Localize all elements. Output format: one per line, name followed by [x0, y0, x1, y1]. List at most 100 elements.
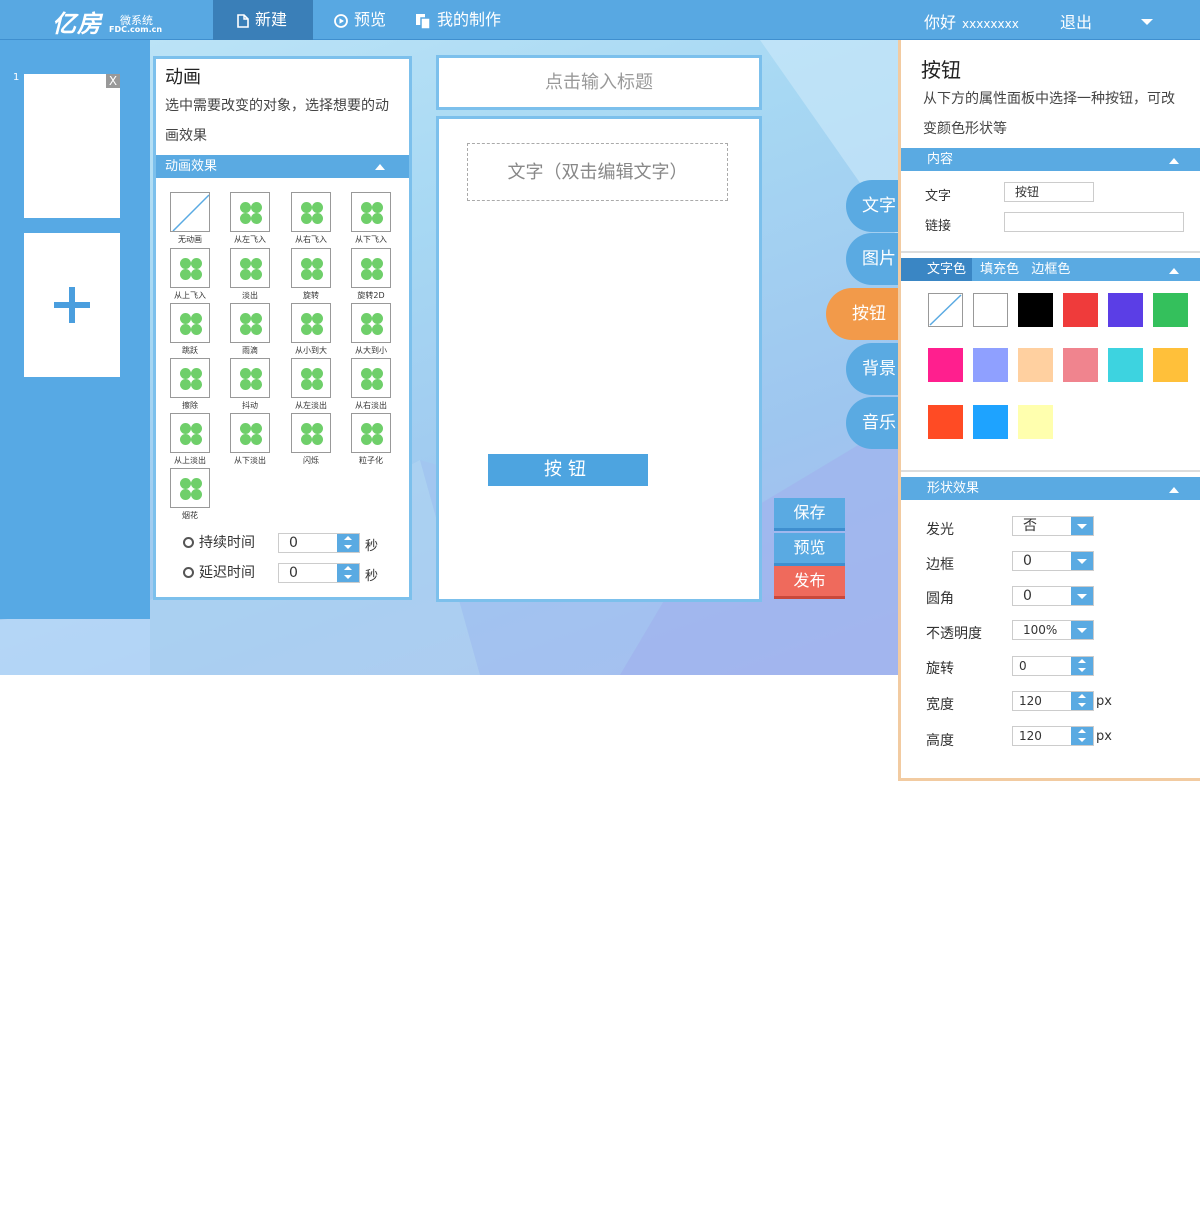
color-swatch[interactable] — [1018, 405, 1053, 439]
tab-image[interactable]: 图片 — [846, 233, 906, 285]
delete-page-button[interactable]: X — [106, 74, 120, 88]
effect-option[interactable]: 烟花 — [170, 468, 210, 521]
tab-text[interactable]: 文字 — [846, 180, 906, 232]
clover-icon — [291, 192, 331, 232]
clock-icon — [183, 537, 194, 548]
color-swatch[interactable] — [928, 348, 963, 382]
chevron-down-icon — [1071, 587, 1093, 605]
glow-label: 发光 — [926, 522, 954, 538]
effect-option[interactable]: 从下淡出 — [230, 413, 270, 466]
no-animation-icon — [170, 192, 210, 232]
effect-option[interactable]: 粒子化 — [351, 413, 391, 466]
page-number: 1 — [13, 72, 20, 83]
color-swatch[interactable] — [1108, 293, 1143, 327]
color-swatch[interactable] — [973, 293, 1008, 327]
effect-option[interactable]: 从右飞入 — [291, 192, 331, 245]
animation-description: 选中需要改变的对象，选择想要的动画效果 — [165, 98, 389, 144]
nav-new[interactable]: 新建 — [213, 0, 313, 40]
effect-option[interactable]: 从上淡出 — [170, 413, 210, 466]
nav-my-works[interactable]: 我的制作 — [415, 0, 501, 40]
color-swatch[interactable] — [928, 405, 963, 439]
effect-option[interactable]: 无动画 — [170, 192, 210, 245]
button-text-field[interactable]: 按钮 — [1004, 182, 1094, 202]
color-swatch[interactable] — [1063, 293, 1098, 327]
effect-label: 抖动 — [242, 401, 258, 410]
height-stepper[interactable]: 120 — [1012, 726, 1094, 746]
delay-stepper[interactable]: 0 — [278, 563, 360, 583]
glow-select[interactable]: 否 — [1012, 516, 1094, 536]
title-input[interactable]: 点击输入标题 — [436, 55, 762, 110]
opacity-select[interactable]: 100% — [1012, 620, 1094, 640]
page-thumbnail[interactable] — [24, 74, 120, 218]
save-button[interactable]: 保存 — [774, 498, 845, 531]
decrement-icon[interactable] — [1071, 736, 1093, 745]
play-icon — [334, 13, 348, 28]
rotate-stepper[interactable]: 0 — [1012, 656, 1094, 676]
button-element[interactable]: 按钮 — [488, 454, 648, 486]
effect-option[interactable]: 从左淡出 — [291, 358, 331, 411]
color-swatch[interactable] — [1063, 348, 1098, 382]
color-swatch[interactable] — [928, 293, 963, 327]
effect-option[interactable]: 跳跃 — [170, 303, 210, 356]
increment-icon[interactable] — [1071, 727, 1093, 736]
increment-icon[interactable] — [337, 564, 359, 573]
increment-icon[interactable] — [1071, 692, 1093, 701]
effect-option[interactable]: 从小到大 — [291, 303, 331, 356]
tab-fill-color[interactable]: 填充色 — [976, 258, 1023, 281]
text-element[interactable]: 文字（双击编辑文字） — [467, 143, 728, 201]
collapse-icon — [1169, 268, 1179, 274]
effect-option[interactable]: 淡出 — [230, 248, 270, 301]
chevron-down-icon[interactable] — [1141, 19, 1153, 25]
effect-option[interactable]: 从左飞入 — [230, 192, 270, 245]
effect-option[interactable]: 从下飞入 — [351, 192, 391, 245]
duration-stepper[interactable]: 0 — [278, 533, 360, 553]
effect-option[interactable]: 从上飞入 — [170, 248, 210, 301]
tab-button[interactable]: 按钮 — [826, 288, 906, 340]
color-swatch[interactable] — [973, 348, 1008, 382]
width-stepper[interactable]: 120 — [1012, 691, 1094, 711]
border-select[interactable]: 0 — [1012, 551, 1094, 571]
logout-button[interactable]: 退出 — [1060, 0, 1092, 44]
effect-option[interactable]: 从右淡出 — [351, 358, 391, 411]
file-icon — [237, 13, 249, 28]
color-swatch[interactable] — [1153, 348, 1188, 382]
tab-music[interactable]: 音乐 — [846, 397, 906, 449]
color-swatch[interactable] — [1153, 293, 1188, 327]
decrement-icon[interactable] — [337, 573, 359, 582]
radius-select[interactable]: 0 — [1012, 586, 1094, 606]
preview-button[interactable]: 预览 — [774, 533, 845, 566]
increment-icon[interactable] — [337, 534, 359, 543]
effect-option[interactable]: 雨滴 — [230, 303, 270, 356]
animation-effects-header[interactable]: 动画效果 — [156, 155, 409, 178]
color-swatch[interactable] — [973, 405, 1008, 439]
plus-icon-vertical — [69, 287, 75, 323]
decrement-icon[interactable] — [1071, 701, 1093, 710]
tab-background[interactable]: 背景 — [846, 343, 906, 395]
effect-option[interactable]: 旋转 — [291, 248, 331, 301]
decrement-icon[interactable] — [1071, 666, 1093, 675]
color-swatch[interactable] — [1108, 348, 1143, 382]
effect-option[interactable]: 擦除 — [170, 358, 210, 411]
greeting-text: 你好 — [924, 13, 957, 32]
color-swatch[interactable] — [1018, 293, 1053, 327]
clover-icon — [291, 248, 331, 288]
shape-section-header[interactable]: 形状效果 — [901, 477, 1200, 500]
clover-icon — [230, 192, 270, 232]
decrement-icon[interactable] — [337, 543, 359, 552]
increment-icon[interactable] — [1071, 657, 1093, 666]
publish-button[interactable]: 发布 — [774, 566, 845, 599]
effect-option[interactable]: 从大到小 — [351, 303, 391, 356]
rotate-label: 旋转 — [926, 661, 954, 677]
effect-option[interactable]: 闪烁 — [291, 413, 331, 466]
nav-preview[interactable]: 预览 — [334, 0, 386, 40]
effect-option[interactable]: 抖动 — [230, 358, 270, 411]
link-field[interactable] — [1004, 212, 1184, 232]
content-section-header[interactable]: 内容 — [901, 148, 1200, 171]
color-swatch[interactable] — [1018, 348, 1053, 382]
tab-text-color[interactable]: 文字色 — [901, 258, 973, 281]
add-page-button[interactable] — [24, 233, 120, 377]
effect-option[interactable]: 旋转2D — [351, 248, 391, 301]
tab-border-color[interactable]: 边框色 — [1027, 258, 1074, 281]
divider — [901, 251, 1200, 253]
animation-panel: 动画 选中需要改变的对象，选择想要的动画效果 动画效果 无动画 从左飞入 从右飞入从… — [153, 56, 412, 600]
